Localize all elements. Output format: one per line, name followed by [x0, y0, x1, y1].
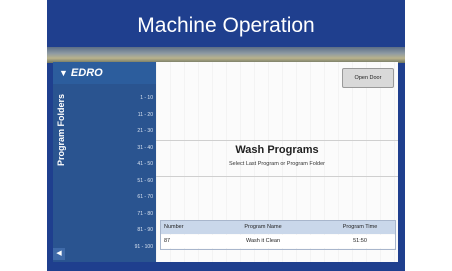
folder-range-item[interactable]: 11 - 20	[127, 107, 155, 124]
folder-range-item[interactable]: 31 - 40	[127, 140, 155, 157]
folder-range-item[interactable]: 71 - 80	[127, 206, 155, 223]
folder-range-item[interactable]: 51 - 60	[127, 173, 155, 190]
program-table: Number Program Name Program Time 87 Wash…	[160, 220, 396, 250]
cell-program-time: 51:50	[353, 238, 367, 244]
open-door-button[interactable]: Open Door	[342, 68, 394, 88]
header-program-name: Program Name	[244, 224, 282, 230]
folder-range-item[interactable]: 91 - 100	[127, 239, 155, 256]
folder-range-item[interactable]: 21 - 30	[127, 123, 155, 140]
title-divider-band	[47, 47, 405, 63]
table-row[interactable]: 87 Wash it Clean 51:50	[161, 235, 395, 248]
folder-range-item[interactable]: 41 - 50	[127, 156, 155, 173]
folder-range-list: 1 - 10 11 - 20 21 - 30 31 - 40 41 - 50 5…	[127, 90, 155, 255]
sidebar: ▼ EDRO Program Folders 1 - 10 11 - 20 21 …	[53, 62, 156, 262]
back-icon[interactable]: ◀	[53, 248, 65, 260]
folder-range-item[interactable]: 1 - 10	[127, 90, 155, 107]
wash-programs-subtitle: Select Last Program or Program Folder	[229, 161, 325, 167]
cell-program-name: Wash it Clean	[245, 238, 281, 244]
divider	[156, 140, 398, 141]
wash-programs-title: Wash Programs	[235, 144, 319, 156]
slide-title: Machine Operation	[137, 14, 315, 37]
program-folders-label: Program Folders	[56, 93, 66, 167]
slide: Machine Operation ▼ EDRO Program Folders …	[47, 0, 405, 271]
main-panel: Open Door Wash Programs Select Last Prog…	[156, 62, 398, 262]
folder-range-item[interactable]: 81 - 90	[127, 222, 155, 239]
cell-number: 87	[164, 238, 171, 244]
table-header-row: Number Program Name Program Time	[161, 221, 395, 234]
brand-name: EDRO	[70, 67, 103, 79]
machine-screen: ▼ EDRO Program Folders 1 - 10 11 - 20 21 …	[53, 62, 398, 262]
header-number: Number	[164, 224, 184, 230]
folder-range-item[interactable]: 61 - 70	[127, 189, 155, 206]
divider	[156, 176, 398, 177]
header-program-time: Program Time	[342, 224, 378, 230]
